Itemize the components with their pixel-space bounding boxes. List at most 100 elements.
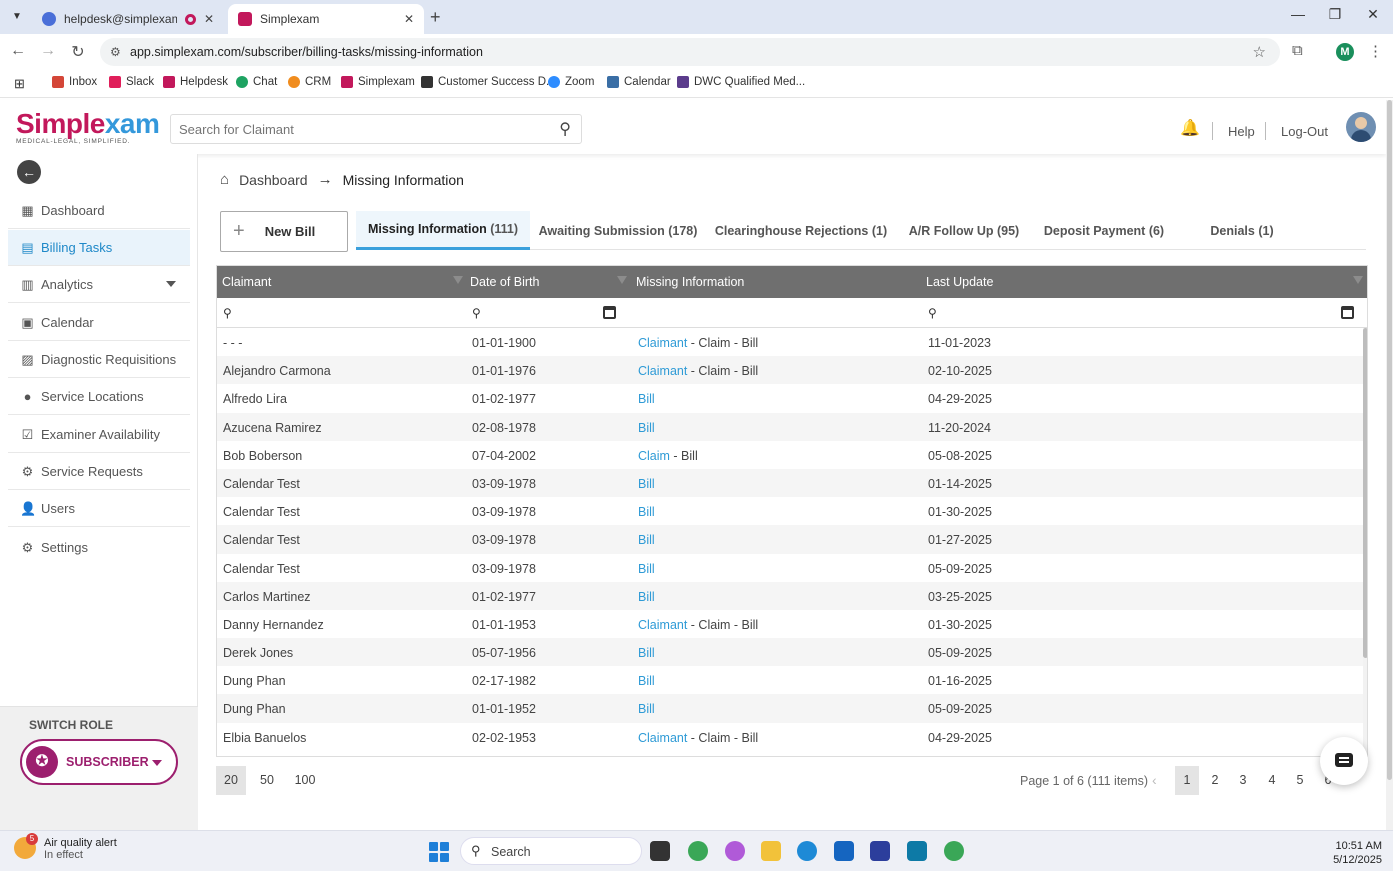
restore-icon[interactable]: ❐ bbox=[1317, 6, 1353, 23]
close-window-icon[interactable]: ✕ bbox=[1355, 6, 1391, 23]
page-size-50[interactable]: 50 bbox=[252, 766, 282, 795]
search-icon[interactable]: ⚲ bbox=[559, 119, 571, 139]
file-explorer-icon[interactable] bbox=[761, 841, 781, 861]
minimize-icon[interactable]: — bbox=[1280, 6, 1316, 22]
apps-grid-icon[interactable]: ⊞ bbox=[14, 76, 25, 92]
missing-item-link[interactable]: Bill bbox=[638, 421, 655, 435]
menu-kebab-icon[interactable]: ⋮ bbox=[1368, 42, 1383, 60]
forward-arrow-icon[interactable]: → bbox=[38, 42, 58, 60]
simplexam-logo[interactable]: Simplexam MEDICAL-LEGAL, SIMPLIFIED. bbox=[16, 108, 160, 145]
tab-deposit-payment[interactable]: Deposit Payment (6) bbox=[1042, 211, 1166, 250]
close-tab-icon[interactable]: ✕ bbox=[404, 12, 414, 26]
bookmark-calendar[interactable]: Calendar bbox=[607, 76, 671, 88]
tab-clearinghouse-rejections[interactable]: Clearinghouse Rejections (1) bbox=[715, 211, 887, 250]
browser-tab-simplexam[interactable]: Simplexam ✕ bbox=[228, 4, 424, 34]
claimant-search-input[interactable] bbox=[171, 115, 531, 143]
chevron-left-icon[interactable]: ‹ bbox=[1152, 772, 1157, 788]
page-4[interactable]: 4 bbox=[1260, 766, 1284, 795]
missing-item-link[interactable]: Bill bbox=[638, 505, 655, 519]
tab-missing-information[interactable]: Missing Information (111) bbox=[356, 211, 530, 250]
task-view-icon[interactable] bbox=[650, 841, 670, 861]
user-avatar[interactable] bbox=[1346, 112, 1376, 142]
profile-avatar[interactable]: M bbox=[1336, 43, 1354, 61]
missing-item-link[interactable]: Bill bbox=[638, 646, 655, 660]
table-row[interactable]: Calendar Test 03-09-1978 Bill 05-09-2025 bbox=[217, 554, 1363, 582]
sidebar-item-billing-tasks[interactable]: ▤ Billing Tasks bbox=[8, 230, 190, 266]
browser-tab-helpdesk[interactable]: helpdesk@simplexam.com ✕ bbox=[32, 4, 224, 34]
logout-link[interactable]: Log-Out bbox=[1281, 124, 1328, 139]
page-3[interactable]: 3 bbox=[1231, 766, 1255, 795]
filter-icon[interactable] bbox=[453, 276, 463, 284]
table-row[interactable]: Calendar Test 03-09-1978 Bill 01-30-2025 bbox=[217, 497, 1363, 525]
notification-bell-icon[interactable]: 🔔 bbox=[1180, 118, 1200, 138]
site-info-icon[interactable]: ⚙ bbox=[110, 45, 121, 59]
back-arrow-icon[interactable]: ← bbox=[8, 42, 28, 60]
app-icon[interactable] bbox=[907, 841, 927, 861]
table-row[interactable]: Carlos Martinez 01-02-1977 Bill 03-25-2025 bbox=[217, 581, 1363, 610]
extensions-icon[interactable]: ⧉ bbox=[1292, 42, 1303, 59]
windows-start-icon[interactable] bbox=[429, 842, 449, 862]
column-header-last-update[interactable]: Last Update bbox=[926, 275, 993, 289]
page-size-20[interactable]: 20 bbox=[216, 766, 246, 795]
copilot-icon[interactable] bbox=[725, 841, 745, 861]
missing-item-link[interactable]: Bill bbox=[638, 702, 655, 716]
scrollbar-thumb[interactable] bbox=[1363, 328, 1367, 658]
tab-awaiting-submission[interactable]: Awaiting Submission (178) bbox=[538, 211, 698, 250]
table-row[interactable]: Elbia Banuelos 02-02-1953 Claimant - Claim… bbox=[217, 723, 1363, 751]
table-row[interactable]: Calendar Test 03-09-1978 Bill 01-27-2025 bbox=[217, 525, 1363, 554]
taskbar-search[interactable]: ⚲ Search bbox=[460, 837, 642, 865]
calendar-icon[interactable] bbox=[603, 306, 616, 319]
sidebar-item-diagnostic-requisitions[interactable]: ▨ Diagnostic Requisitions bbox=[8, 342, 190, 378]
sidebar-item-examiner-availability[interactable]: ☑ Examiner Availability bbox=[8, 417, 190, 453]
page-5[interactable]: 5 bbox=[1288, 766, 1312, 795]
sidebar-item-settings[interactable]: ⚙ Settings bbox=[8, 529, 190, 565]
tab-ar-follow-up[interactable]: A/R Follow Up (95) bbox=[904, 211, 1024, 250]
missing-item-link[interactable]: Claimant bbox=[638, 336, 687, 350]
missing-item-link[interactable]: Claimant bbox=[638, 731, 687, 745]
table-row[interactable]: Derek Jones 05-07-1956 Bill 05-09-2025 bbox=[217, 638, 1363, 667]
page-size-100[interactable]: 100 bbox=[290, 766, 320, 795]
role-dropdown[interactable]: ✪ SUBSCRIBER bbox=[20, 739, 178, 785]
sidebar-item-analytics[interactable]: ▥ Analytics bbox=[8, 267, 190, 303]
table-row[interactable]: Dung Phan 02-17-1982 Bill 01-16-2025 bbox=[217, 666, 1363, 694]
sidebar-item-service-locations[interactable]: ● Service Locations bbox=[8, 379, 190, 415]
store-icon[interactable] bbox=[834, 841, 854, 861]
missing-item-link[interactable]: Bill bbox=[638, 477, 655, 491]
table-row[interactable]: Dung Phan 01-01-1952 Bill 05-09-2025 bbox=[217, 694, 1363, 723]
scrollbar-thumb[interactable] bbox=[1387, 100, 1392, 780]
search-icon[interactable]: ⚲ bbox=[472, 306, 481, 320]
collapse-back-arrow-icon[interactable]: ← bbox=[17, 160, 41, 184]
table-row[interactable]: Bob Boberson 07-04-2002 Claim - Bill 05-08-… bbox=[217, 441, 1363, 469]
table-row[interactable]: Alfredo Lira 01-02-1977 Bill 04-29-2025 bbox=[217, 384, 1363, 412]
page-1[interactable]: 1 bbox=[1175, 766, 1199, 795]
home-icon[interactable]: ⌂ bbox=[220, 171, 229, 188]
new-bill-button[interactable]: + New Bill bbox=[220, 211, 348, 252]
table-row[interactable]: Azucena Ramirez 02-08-1978 Bill 11-20-2024 bbox=[217, 412, 1363, 441]
missing-item-link[interactable]: Claimant bbox=[638, 364, 687, 378]
new-tab-button[interactable]: + bbox=[430, 7, 441, 28]
sidebar-item-dashboard[interactable]: ▦ Dashboard bbox=[8, 193, 190, 229]
missing-item-link[interactable]: Claimant bbox=[638, 618, 687, 632]
missing-item-link[interactable]: Bill bbox=[638, 562, 655, 576]
sidebar-item-calendar[interactable]: ▣ Calendar bbox=[8, 305, 190, 341]
filter-icon[interactable] bbox=[617, 276, 627, 284]
search-icon[interactable]: ⚲ bbox=[223, 306, 232, 320]
missing-item-link[interactable]: Bill bbox=[638, 392, 655, 406]
chrome-icon[interactable] bbox=[944, 841, 964, 861]
table-row[interactable]: Danny Hernandez 01-01-1953 Claimant - Clai… bbox=[217, 610, 1363, 638]
bookmark-chat[interactable]: Chat bbox=[236, 76, 277, 88]
app-icon[interactable] bbox=[870, 841, 890, 861]
bookmark-helpdesk[interactable]: Helpdesk bbox=[163, 76, 228, 88]
breadcrumb-dashboard-link[interactable]: Dashboard bbox=[239, 172, 308, 188]
bookmark-zoom[interactable]: Zoom bbox=[548, 76, 594, 88]
bookmark-dwc[interactable]: DWC Qualified Med... bbox=[677, 76, 805, 88]
filter-icon[interactable] bbox=[1353, 276, 1363, 284]
bookmark-customer-success[interactable]: Customer Success D... bbox=[421, 76, 556, 88]
missing-item-link[interactable]: Bill bbox=[638, 590, 655, 604]
column-header-dob[interactable]: Date of Birth bbox=[470, 275, 539, 289]
column-header-missing-information[interactable]: Missing Information bbox=[636, 275, 744, 289]
missing-item-link[interactable]: Bill bbox=[638, 674, 655, 688]
bookmark-inbox[interactable]: Inbox bbox=[52, 76, 97, 88]
bookmark-slack[interactable]: Slack bbox=[109, 76, 154, 88]
bookmark-simplexam[interactable]: Simplexam bbox=[341, 76, 415, 88]
